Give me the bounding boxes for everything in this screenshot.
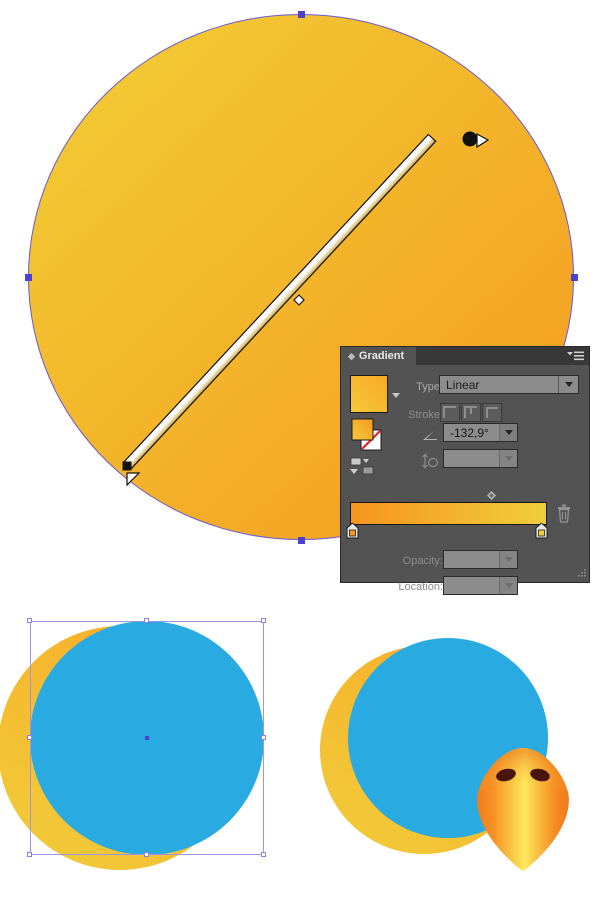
bbox-handle-bl[interactable] [27,852,32,857]
type-label: Type: [416,381,443,393]
chevron-down-icon[interactable] [392,393,400,398]
tab-gradient[interactable]: ◆ Gradient [341,347,417,365]
anchor-point-bottom[interactable] [297,536,305,544]
bird-head-shapes-right[interactable] [320,620,600,890]
angle-icon [423,430,437,440]
gradient-stop-left[interactable] [346,523,359,539]
chevron-down-icon[interactable] [499,551,517,568]
bbox-handle-br[interactable] [261,852,266,857]
chevron-down-icon[interactable] [499,577,517,594]
aspect-ratio-icon [422,453,439,469]
stroke-across-gradient-icon[interactable] [482,403,502,422]
stroke-label: Stroke: [408,409,443,421]
fill-stroke-indicator[interactable] [350,417,384,451]
reverse-gradient-icon[interactable] [350,457,376,475]
bbox-handle-ml[interactable] [27,735,32,740]
stroke-along-gradient-icon[interactable] [461,403,481,422]
panel-menu-icon[interactable] [566,351,584,362]
anchor-point-left[interactable] [24,273,32,281]
angle-input[interactable]: -132,9° [443,423,518,442]
stroke-within-gradient-icon[interactable] [440,403,460,422]
gradient-slider-bar[interactable] [350,502,547,525]
bottom-right-composition[interactable] [320,620,600,890]
aspect-ratio-input[interactable] [443,449,518,468]
gradient-swatch[interactable] [350,375,388,413]
panel-body: Type: Linear Stroke: -132,9° Opacity: Lo… [341,365,589,595]
chevron-down-icon[interactable] [499,450,517,467]
gradient-panel[interactable]: ◆ Gradient Type: Linear Stroke: -132,9° … [341,347,589,595]
bbox-handle-tl[interactable] [27,618,32,623]
type-value: Linear [446,377,480,392]
gradient-stop-right[interactable] [535,523,548,539]
opacity-input[interactable] [443,550,518,569]
bbox-handle-tc[interactable] [144,618,149,623]
trash-icon[interactable] [556,503,572,523]
panel-title: Gradient [358,350,405,362]
location-label: Location: [398,581,443,593]
anchor-point-right[interactable] [570,273,578,281]
opacity-label: Opacity: [402,555,443,567]
double-arrow-icon: ◆ [348,350,355,361]
bbox-handle-mr[interactable] [261,735,266,740]
location-input[interactable] [443,576,518,595]
bottom-left-composition[interactable] [0,605,290,885]
illustrator-canvas: ◆ Gradient Type: Linear Stroke: -132,9° … [0,0,600,915]
bbox-handle-bc[interactable] [144,852,149,857]
bbox-handle-tr[interactable] [261,618,266,623]
panel-tab-bar: ◆ Gradient [341,347,589,365]
center-point [145,736,149,740]
chevron-down-icon[interactable] [499,424,517,441]
gradient-midpoint-diamond[interactable] [487,491,496,500]
type-select[interactable]: Linear [439,375,579,394]
chevron-down-icon[interactable] [558,376,578,393]
resize-grip-icon[interactable] [575,568,587,580]
anchor-point-top[interactable] [297,10,305,18]
angle-value: -132,9° [450,425,489,440]
